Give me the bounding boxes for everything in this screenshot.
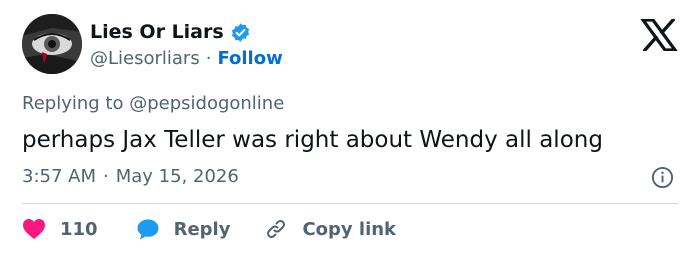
verified-badge-icon bbox=[230, 22, 251, 43]
avatar[interactable] bbox=[22, 14, 82, 74]
tweet-text: perhaps Jax Teller was right about Wendy… bbox=[22, 127, 603, 153]
author-handle[interactable]: @Liesorliars bbox=[90, 47, 200, 71]
divider bbox=[22, 203, 678, 204]
copy-link-button[interactable]: Copy link bbox=[264, 217, 396, 241]
handle-separator: · bbox=[205, 48, 212, 69]
replying-to-mention[interactable]: @pepsidogonline bbox=[129, 93, 284, 114]
replying-to: Replying to @pepsidogonline bbox=[22, 92, 284, 116]
timestamp-separator: · bbox=[103, 166, 109, 187]
tweet-timestamp[interactable]: 3:57 AM · May 15, 2026 bbox=[22, 165, 239, 189]
replying-to-prefix: Replying to bbox=[22, 93, 124, 114]
x-logo-icon[interactable] bbox=[639, 17, 679, 53]
like-button[interactable]: 110 bbox=[22, 218, 98, 240]
reply-button[interactable]: Reply bbox=[136, 217, 231, 241]
like-count: 110 bbox=[60, 218, 98, 240]
copy-link-label: Copy link bbox=[302, 218, 397, 240]
follow-button[interactable]: Follow bbox=[217, 47, 282, 71]
heart-icon bbox=[22, 218, 46, 240]
info-icon[interactable] bbox=[651, 166, 674, 189]
display-name[interactable]: Lies Or Liars bbox=[90, 20, 224, 44]
action-bar: 110 Reply Copy link bbox=[22, 215, 396, 243]
tweet-date[interactable]: May 15, 2026 bbox=[116, 165, 239, 189]
tweet-time[interactable]: 3:57 AM bbox=[22, 165, 96, 189]
author-name-row: Lies Or Liars bbox=[90, 20, 251, 44]
link-icon bbox=[264, 217, 288, 241]
speech-bubble-icon bbox=[136, 217, 160, 241]
reply-label: Reply bbox=[173, 218, 231, 240]
handle-row: @Liesorliars · Follow bbox=[90, 47, 283, 71]
